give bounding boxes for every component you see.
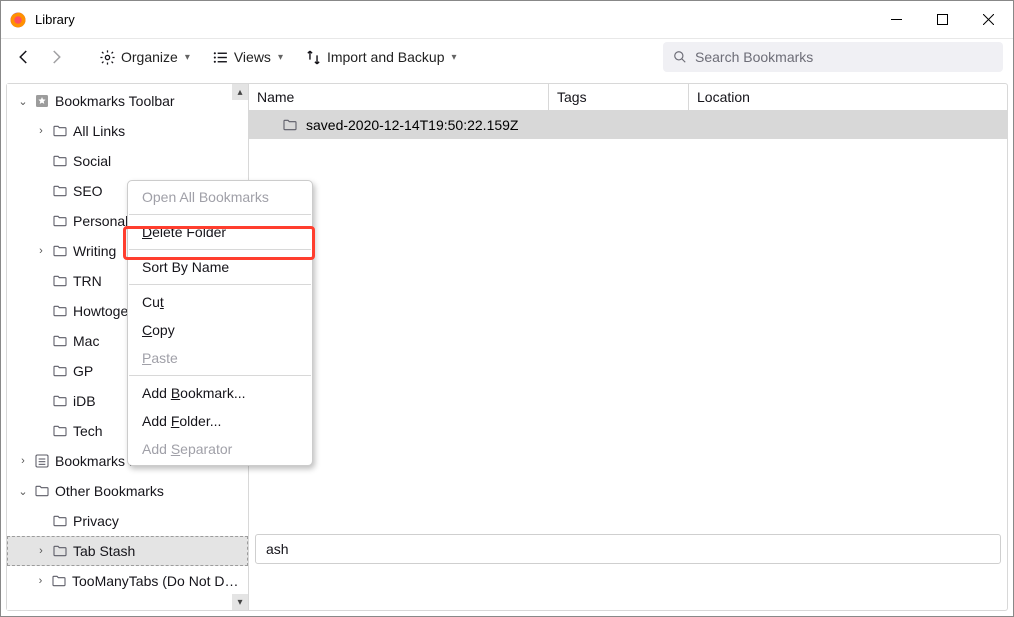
tree-item-label: Privacy <box>73 513 119 529</box>
column-name[interactable]: Name <box>249 84 549 110</box>
chevron-down-icon: ▾ <box>185 52 190 63</box>
tree-item-label: Tab Stash <box>73 543 135 559</box>
twisty-right-icon[interactable]: › <box>35 575 46 587</box>
menu-separator <box>129 249 311 250</box>
tree-item-bookmarks-toolbar[interactable]: ⌄ Bookmarks Toolbar <box>7 86 248 116</box>
column-tags[interactable]: Tags <box>549 84 689 110</box>
tree-item-label: iDB <box>73 393 96 409</box>
tree-item-label: All Links <box>73 123 125 139</box>
tree-item-label: TooManyTabs (Do Not Delete) <box>72 573 244 589</box>
forward-button[interactable] <box>43 44 69 70</box>
window-title: Library <box>35 12 873 27</box>
menu-separator <box>129 214 311 215</box>
twisty-down-icon[interactable]: ⌄ <box>17 485 29 498</box>
menu-delete-folder[interactable]: Delete Folder <box>128 218 312 246</box>
window-controls <box>873 4 1011 36</box>
search-input[interactable]: Search Bookmarks <box>663 42 1003 72</box>
list-item[interactable]: saved-2020-12-14T19:50:22.159Z <box>249 111 1007 139</box>
folder-icon <box>52 363 68 379</box>
folder-icon <box>52 243 68 259</box>
tree-item-label: Tech <box>73 423 103 439</box>
chevron-down-icon: ▾ <box>278 52 283 63</box>
tree-item-other-bookmarks[interactable]: ⌄ Other Bookmarks <box>7 476 248 506</box>
content-pane: Name Tags Location saved-2020-12-14T19:5… <box>249 84 1007 610</box>
minimize-button[interactable] <box>873 4 919 36</box>
maximize-button[interactable] <box>919 4 965 36</box>
menu-add-bookmark[interactable]: Add Bookmark... <box>128 379 312 407</box>
folder-icon <box>282 117 298 133</box>
tree-item-label: Bookmarks Toolbar <box>55 93 175 109</box>
folder-icon <box>52 333 68 349</box>
detail-name-field[interactable]: ash <box>255 534 1001 564</box>
menu-cut[interactable]: Cut <box>128 288 312 316</box>
back-button[interactable] <box>11 44 37 70</box>
column-headers[interactable]: Name Tags Location <box>249 84 1007 111</box>
twisty-down-icon[interactable]: ⌄ <box>17 95 29 108</box>
tree-item-all-links[interactable]: › All Links <box>7 116 248 146</box>
column-location[interactable]: Location <box>689 84 1007 110</box>
import-backup-menu[interactable]: Import and Backup ▾ <box>297 43 465 71</box>
tree-item-label: Writing <box>73 243 116 259</box>
scroll-down-arrow[interactable]: ▾ <box>232 594 248 610</box>
import-backup-label: Import and Backup <box>327 49 445 65</box>
folder-icon <box>51 573 67 589</box>
tree-item-tab-stash[interactable]: › Tab Stash <box>7 536 248 566</box>
twisty-right-icon[interactable]: › <box>17 455 29 467</box>
menu-separator <box>129 375 311 376</box>
folder-icon <box>34 483 50 499</box>
organize-menu[interactable]: Organize ▾ <box>91 43 198 71</box>
menu-copy[interactable]: Copy <box>128 316 312 344</box>
search-icon <box>673 50 687 64</box>
tree-item-label: SEO <box>73 183 103 199</box>
tree-item-label: Social <box>73 153 111 169</box>
folder-icon <box>52 393 68 409</box>
menu-open-all[interactable]: Open All Bookmarks <box>128 183 312 211</box>
scroll-up-arrow[interactable]: ▴ <box>232 84 248 100</box>
folder-icon <box>52 543 68 559</box>
tree-item-label: Mac <box>73 333 99 349</box>
import-export-icon <box>305 49 322 66</box>
close-button[interactable] <box>965 4 1011 36</box>
tree-item-label: GP <box>73 363 93 379</box>
tree-item-social[interactable]: Social <box>7 146 248 176</box>
folder-icon <box>52 183 68 199</box>
search-placeholder: Search Bookmarks <box>695 49 813 65</box>
folder-icon <box>52 213 68 229</box>
context-menu: Open All Bookmarks Delete Folder Sort By… <box>127 180 313 466</box>
menu-separator <box>129 284 311 285</box>
detail-name-value: ash <box>266 541 289 557</box>
views-menu[interactable]: Views ▾ <box>204 43 291 71</box>
menu-add-folder[interactable]: Add Folder... <box>128 407 312 435</box>
organize-label: Organize <box>121 49 178 65</box>
folder-icon <box>52 513 68 529</box>
tree-item-label: TRN <box>73 273 102 289</box>
menu-box-icon <box>34 453 50 469</box>
list-icon <box>212 49 229 66</box>
gear-icon <box>99 49 116 66</box>
toolbar: Organize ▾ Views ▾ Import and Backup ▾ S… <box>1 39 1013 75</box>
twisty-right-icon[interactable]: › <box>35 245 47 257</box>
views-label: Views <box>234 49 271 65</box>
chevron-down-icon: ▾ <box>451 52 456 63</box>
tree-item-privacy[interactable]: Privacy <box>7 506 248 536</box>
menu-sort-by-name[interactable]: Sort By Name <box>128 253 312 281</box>
folder-icon <box>52 273 68 289</box>
folder-icon <box>52 423 68 439</box>
folder-icon <box>52 303 68 319</box>
menu-paste[interactable]: Paste <box>128 344 312 372</box>
twisty-right-icon[interactable]: › <box>35 125 47 137</box>
star-box-icon <box>34 93 50 109</box>
twisty-right-icon[interactable]: › <box>35 545 47 557</box>
folder-icon <box>52 153 68 169</box>
tree-item-label: Personal <box>73 213 128 229</box>
tree-item-toomanytabs-do-not-delete-[interactable]: › TooManyTabs (Do Not Delete) <box>7 566 248 596</box>
titlebar: Library <box>1 1 1013 39</box>
firefox-icon <box>9 11 27 29</box>
list-item-name: saved-2020-12-14T19:50:22.159Z <box>306 117 518 133</box>
menu-add-separator[interactable]: Add Separator <box>128 435 312 463</box>
folder-icon <box>52 123 68 139</box>
tree-item-label: Other Bookmarks <box>55 483 164 499</box>
